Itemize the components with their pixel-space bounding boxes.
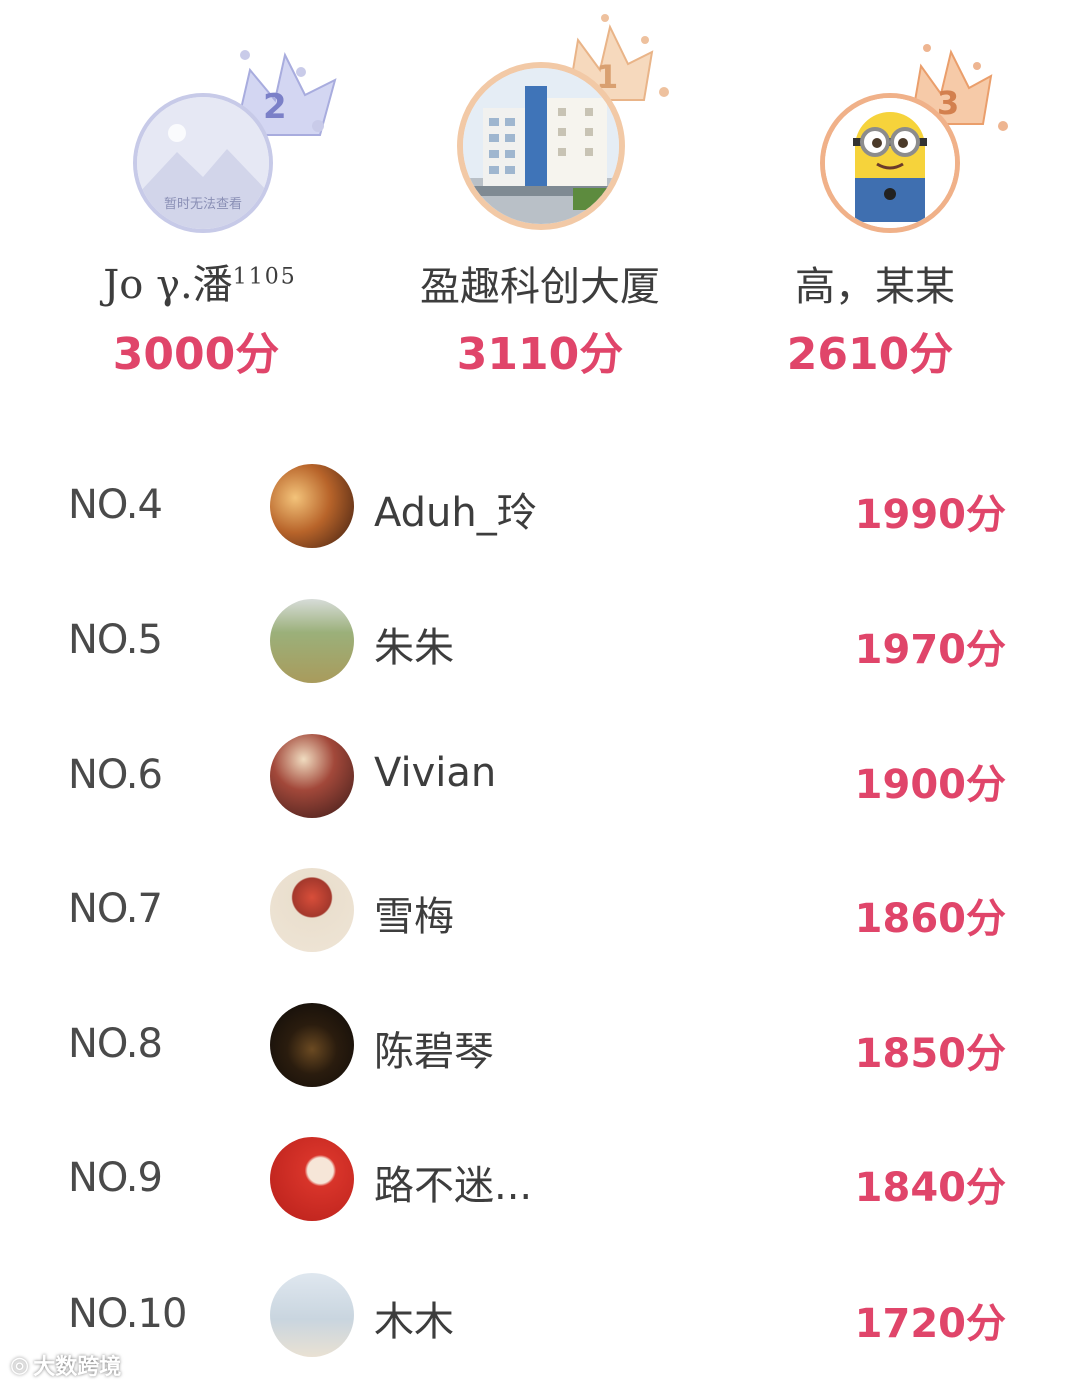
- user-score: 1970分: [854, 627, 1006, 673]
- avatar[interactable]: 暂时无法查看: [133, 93, 273, 233]
- list-item[interactable]: NO.8 陈碧琴 1850分: [0, 995, 1080, 1095]
- watermark: ◎ 大数跨境: [10, 1349, 121, 1381]
- list-item[interactable]: NO.5 朱朱 1970分: [0, 591, 1080, 691]
- avatar[interactable]: [270, 1273, 354, 1357]
- crown-rank-label: 2: [263, 87, 287, 127]
- user-score: 1990分: [854, 492, 1006, 538]
- avatar[interactable]: [270, 868, 354, 952]
- podium-rank-3[interactable]: 3 高，某某 2610分: [735, 0, 1025, 400]
- user-score: 1860分: [854, 896, 1006, 942]
- rank-number: NO.7: [68, 886, 163, 932]
- rank-number: NO.4: [68, 482, 163, 528]
- avatar[interactable]: [270, 464, 354, 548]
- user-score: 1720分: [854, 1301, 1006, 1347]
- rank-number: NO.5: [68, 617, 163, 663]
- user-name: 雪梅: [374, 894, 454, 940]
- user-name: 路不迷...: [374, 1163, 533, 1209]
- podium-score: 3110分: [456, 329, 624, 380]
- podium-rank-2[interactable]: 2 暂时无法查看 Jo γ.潘1105 3000分: [50, 0, 350, 400]
- user-name: 木木: [374, 1299, 454, 1345]
- podium-name: 盈趣科创大厦: [420, 264, 660, 310]
- list-item[interactable]: NO.7 雪梅 1860分: [0, 860, 1080, 960]
- avatar[interactable]: [270, 734, 354, 818]
- user-name: 朱朱: [374, 625, 454, 671]
- watermark-text: 大数跨境: [33, 1355, 122, 1380]
- rank-number: NO.8: [68, 1021, 163, 1067]
- rank-number: NO.10: [68, 1291, 187, 1337]
- list-item[interactable]: NO.10 木木 1720分: [0, 1265, 1080, 1365]
- list-item[interactable]: NO.9 路不迷... 1840分: [0, 1129, 1080, 1229]
- avatar[interactable]: [270, 1137, 354, 1221]
- podium-name: Jo γ.潘1105: [103, 262, 297, 308]
- avatar[interactable]: [270, 599, 354, 683]
- placeholder-text: 暂时无法查看: [163, 197, 242, 212]
- avatar[interactable]: [820, 93, 960, 233]
- user-name: 陈碧琴: [374, 1029, 494, 1075]
- podium-score: 2610分: [786, 329, 954, 380]
- list-item[interactable]: NO.6 Vivian 1900分: [0, 726, 1080, 826]
- user-score: 1850分: [854, 1031, 1006, 1077]
- podium-rank-1[interactable]: 1 盈趣科创大厦 3110分: [390, 0, 690, 400]
- podium: 2 暂时无法查看 Jo γ.潘1105 3000分 1 盈趣科创大厦 3110分…: [0, 0, 1080, 400]
- minion-image: [825, 98, 955, 228]
- list-item[interactable]: NO.4 Aduh_玲 1990分: [0, 456, 1080, 556]
- user-score: 1840分: [854, 1165, 1006, 1211]
- logo-icon: ◎: [10, 1352, 30, 1378]
- podium-score: 3000分: [112, 329, 280, 380]
- rank-number: NO.9: [68, 1155, 163, 1201]
- user-score: 1900分: [854, 762, 1006, 808]
- avatar[interactable]: [270, 1003, 354, 1087]
- building-image: [463, 68, 619, 224]
- rank-number: NO.6: [68, 752, 163, 798]
- podium-name: 高，某某: [795, 264, 955, 310]
- user-name: Aduh_玲: [374, 490, 537, 536]
- avatar[interactable]: [457, 62, 625, 230]
- user-name: Vivian: [374, 750, 497, 796]
